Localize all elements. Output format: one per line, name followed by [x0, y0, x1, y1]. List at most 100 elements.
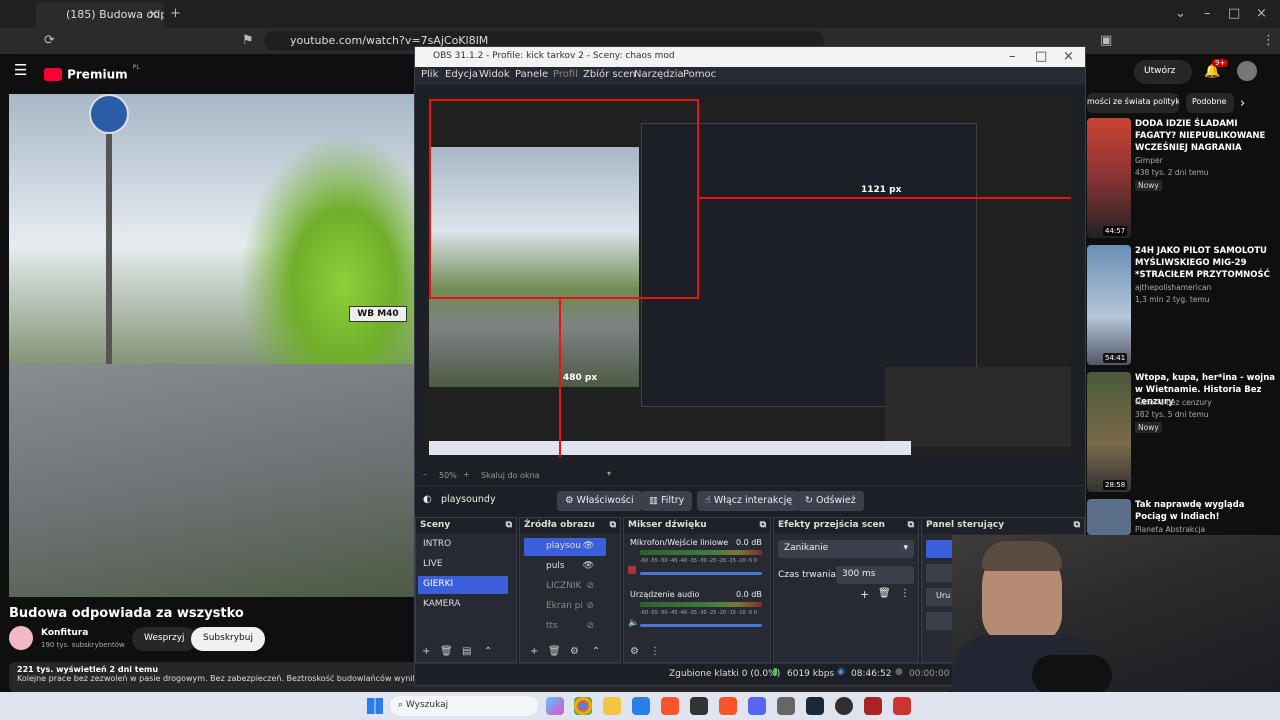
dock-float-icon[interactable]: ⧉	[760, 520, 766, 530]
scene-item[interactable]: KAMERA	[418, 596, 508, 614]
support-button[interactable]: Wesprzyj	[132, 627, 197, 651]
start-recording-button[interactable]	[926, 564, 954, 582]
scene-item[interactable]: INTRO	[418, 536, 508, 554]
store-icon[interactable]	[632, 697, 650, 715]
settings-icon[interactable]	[777, 697, 795, 715]
menu-profil[interactable]: Profil	[553, 69, 578, 80]
filters-button[interactable]: ▥ Filtry	[641, 491, 693, 511]
hidden-icon[interactable]: ⊘	[586, 621, 594, 631]
transition-menu-icon[interactable]: ⋮	[900, 588, 910, 599]
duration-input[interactable]: 300 ms	[836, 566, 914, 584]
game-icon[interactable]	[864, 697, 882, 715]
zoom-mode[interactable]: Skaluj do okna	[481, 471, 540, 480]
scene-item[interactable]: LIVE	[418, 556, 508, 574]
source-up-icon[interactable]: ⌃	[592, 646, 600, 657]
studio-mode-button[interactable]	[926, 612, 954, 630]
minimize-icon[interactable]: ⌄	[1175, 6, 1186, 22]
account-avatar[interactable]	[1237, 61, 1257, 81]
dock-float-icon[interactable]: ⧉	[610, 520, 616, 530]
app-icon[interactable]	[893, 697, 911, 715]
zoom-out-icon[interactable]: –	[423, 470, 427, 479]
move-up-icon[interactable]: ⌃	[484, 646, 492, 657]
explorer-icon[interactable]	[603, 697, 621, 715]
refresh-button[interactable]: ↻ Odśwież	[797, 491, 864, 511]
hidden-icon[interactable]: ⊘	[586, 581, 594, 591]
menu-panele[interactable]: Panele	[515, 69, 548, 80]
visibility-icon[interactable]: 👁	[583, 561, 594, 571]
menu-zbior-scen[interactable]: Zbiór scen	[583, 69, 636, 80]
channel-name[interactable]: Konfitura	[41, 628, 88, 638]
related-video[interactable]: Tak naprawdę wygląda Pociąg w Indiach! P…	[1087, 499, 1277, 535]
window-maximize-icon[interactable]: □	[1228, 6, 1240, 22]
start-streaming-button[interactable]	[926, 540, 954, 558]
source-settings-icon[interactable]: ⚙	[570, 646, 579, 657]
window-minimize-icon[interactable]: –	[1204, 6, 1211, 22]
zoom-dropdown-icon[interactable]: ▾	[607, 469, 611, 478]
transition-select[interactable]: Zanikanie ▾	[778, 540, 914, 558]
discord-icon[interactable]	[748, 697, 766, 715]
obs-preview[interactable]: 1121 px 480 px	[425, 97, 1071, 457]
dock-float-icon[interactable]: ⧉	[908, 520, 914, 530]
youtube-logo[interactable]: Premium PL	[44, 64, 140, 82]
speaker-icon[interactable]: 🔈	[628, 618, 639, 628]
dock-float-icon[interactable]: ⧉	[1074, 520, 1080, 530]
related-video[interactable]: 54:41 24H JAKO PILOT SAMOLOTU MYŚLIWSKIE…	[1087, 245, 1277, 367]
category-chip-related[interactable]: Podobne	[1186, 93, 1234, 113]
reload-icon[interactable]: ⟳	[44, 33, 55, 49]
brave-icon[interactable]	[719, 697, 737, 715]
window-close-icon[interactable]: ×	[1256, 6, 1267, 22]
browser-tab[interactable]: (185) Budowa odpowiada za ws	[36, 2, 164, 28]
subscribe-button[interactable]: Subskrybuj	[191, 627, 265, 651]
add-source-icon[interactable]: +	[530, 646, 538, 657]
scene-filters-icon[interactable]: ▤	[462, 646, 471, 657]
obs-icon[interactable]	[835, 697, 853, 715]
video-player[interactable]: WB M40	[9, 94, 414, 597]
category-chip[interactable]: mości ze świata polityki	[1087, 93, 1179, 113]
menu-narzedzia[interactable]: Narzędzia	[634, 69, 684, 80]
menu-plik[interactable]: Plik	[421, 69, 438, 80]
mixer-menu-icon[interactable]: ⋮	[650, 646, 660, 657]
remove-scene-icon[interactable]: 🗑	[440, 646, 453, 657]
menu-edycja[interactable]: Edycja	[445, 69, 478, 80]
close-tab-icon[interactable]: ×	[148, 7, 159, 23]
taskbar-search[interactable]: ⌕ Wyszukaj	[390, 696, 538, 716]
add-scene-icon[interactable]: +	[422, 646, 430, 657]
scene-item-active[interactable]: GIERKI	[418, 576, 508, 594]
steam-icon[interactable]	[806, 697, 824, 715]
new-tab-icon[interactable]: +	[170, 6, 181, 22]
virtual-camera-button[interactable]: Uru	[926, 588, 954, 606]
obs-minimize-icon[interactable]: –	[1009, 49, 1016, 65]
mixer-settings-icon[interactable]: ⚙	[630, 646, 639, 657]
zoom-in-icon[interactable]: +	[463, 470, 470, 479]
visibility-icon[interactable]: 👁	[583, 541, 594, 551]
menu-widok[interactable]: Widok	[479, 69, 510, 80]
properties-button[interactable]: ⚙ Właściwości	[557, 491, 642, 511]
settings-icon[interactable]: ⋮	[1262, 33, 1275, 49]
remove-source-icon[interactable]: 🗑	[548, 646, 561, 657]
brave-icon[interactable]	[661, 697, 679, 715]
mic-volume-slider[interactable]	[640, 572, 762, 575]
source-item[interactable]: puls 👁	[524, 558, 606, 576]
interact-button[interactable]: ☝ Włącz interakcję	[697, 491, 801, 511]
source-item-active[interactable]: playsou 👁	[524, 538, 606, 556]
chrome-icon[interactable]	[574, 697, 592, 715]
extensions-icon[interactable]: ▣	[1100, 33, 1112, 49]
copilot-icon[interactable]	[546, 697, 564, 715]
dock-float-icon[interactable]: ⧉	[506, 520, 512, 530]
source-item[interactable]: LICZNIK ⊘	[524, 578, 606, 596]
obs-maximize-icon[interactable]: □	[1035, 49, 1047, 65]
related-video[interactable]: 44:57 DODA IDZIE ŚLADAMI FAGATY? NIEPUBL…	[1087, 118, 1277, 240]
add-transition-icon[interactable]: +	[860, 588, 869, 601]
remove-transition-icon[interactable]: 🗑	[878, 588, 891, 599]
source-item[interactable]: Ekran pi ⊘	[524, 598, 606, 616]
mic-mute-icon[interactable]	[628, 566, 636, 574]
menu-icon[interactable]: ☰	[14, 62, 27, 78]
app-icon[interactable]	[690, 697, 708, 715]
channel-avatar[interactable]	[9, 626, 33, 650]
chevron-right-icon[interactable]: ›	[1240, 96, 1245, 112]
menu-pomoc[interactable]: Pomoc	[683, 69, 716, 80]
obs-close-icon[interactable]: ×	[1063, 49, 1074, 65]
hidden-icon[interactable]: ⊘	[586, 601, 594, 611]
create-button[interactable]: Utwórz	[1134, 60, 1192, 84]
related-video[interactable]: 28:58 Wtopa, kupa, her*ina - wojna w Wie…	[1087, 372, 1277, 494]
